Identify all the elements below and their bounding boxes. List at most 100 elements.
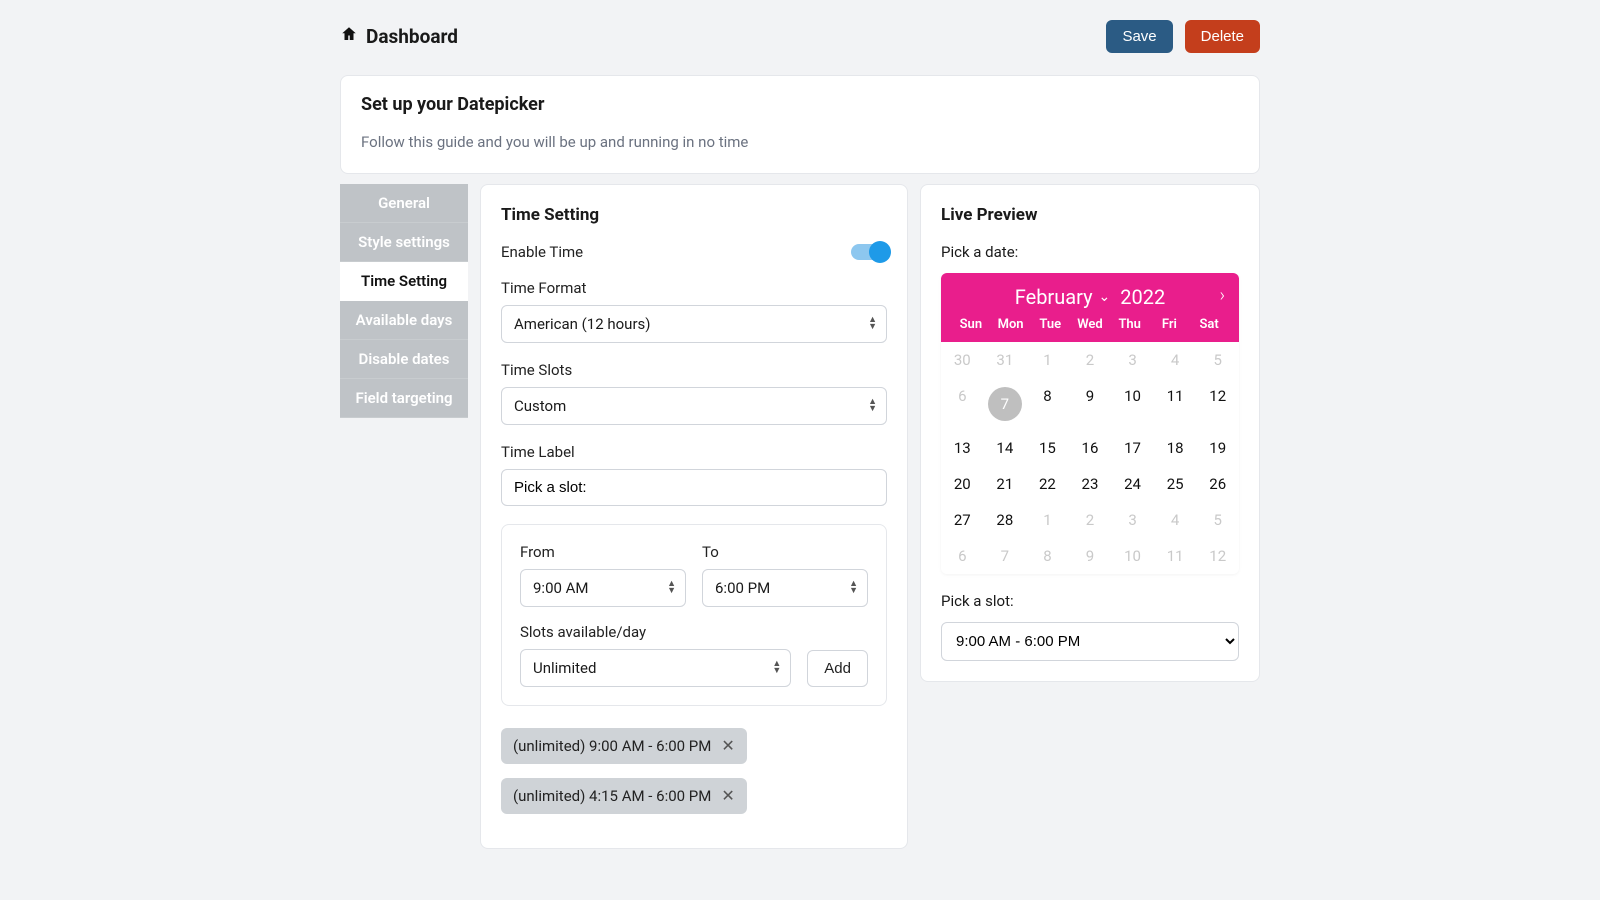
calendar-day: 3	[1111, 342, 1154, 378]
calendar-day[interactable]: 18	[1154, 430, 1197, 466]
calendar-day[interactable]: 17	[1111, 430, 1154, 466]
calendar-day[interactable]: 23	[1069, 466, 1112, 502]
calendar-day[interactable]: 10	[1111, 378, 1154, 430]
calendar-dow: Thu	[1110, 317, 1150, 332]
time-slots-select[interactable]: Custom	[501, 387, 887, 425]
calendar-day[interactable]: 8	[1026, 378, 1069, 430]
select-value: Custom	[514, 397, 566, 415]
calendar-day[interactable]: 27	[941, 502, 984, 538]
calendar-day[interactable]: 25	[1154, 466, 1197, 502]
calendar-day: 1	[1026, 502, 1069, 538]
calendar-day[interactable]: 20	[941, 466, 984, 502]
calendar-day: 6	[941, 378, 984, 430]
home-icon	[340, 25, 358, 48]
calendar-day[interactable]: 12	[1196, 378, 1239, 430]
chip-label: (unlimited) 4:15 AM - 6:00 PM	[513, 787, 711, 805]
select-value: 9:00 AM	[533, 579, 589, 597]
sidebar-item-field-targeting[interactable]: Field targeting	[340, 379, 468, 418]
sidebar-item-time-setting[interactable]: Time Setting	[340, 262, 468, 301]
remove-chip-icon[interactable]: ✕	[721, 738, 734, 754]
calendar-day[interactable]: 11	[1154, 378, 1197, 430]
breadcrumb[interactable]: Dashboard	[340, 25, 458, 48]
year-label[interactable]: 2022	[1120, 285, 1165, 309]
toggle-knob-icon	[869, 241, 891, 263]
time-setting-card: Time Setting Enable Time Time Format Ame…	[480, 184, 908, 849]
select-value: Unlimited	[533, 659, 596, 677]
calendar-day[interactable]: 19	[1196, 430, 1239, 466]
to-label: To	[702, 543, 868, 561]
sidebar-item-label: Time Setting	[361, 272, 447, 290]
calendar-day: 2	[1069, 502, 1112, 538]
calendar-day: 10	[1111, 538, 1154, 574]
calendar-day[interactable]: 7	[984, 378, 1027, 430]
card-heading: Live Preview	[941, 205, 1239, 225]
sidebar-item-label: Disable dates	[359, 350, 450, 368]
card-heading: Time Setting	[501, 205, 887, 225]
pick-slot-select[interactable]: 9:00 AM - 6:00 PM	[941, 622, 1239, 661]
calendar-day: 2	[1069, 342, 1112, 378]
sidebar-item-label: General	[378, 194, 430, 212]
calendar-day: 5	[1196, 342, 1239, 378]
to-select[interactable]: 6:00 PM	[702, 569, 868, 607]
page-title: Dashboard	[366, 25, 458, 48]
time-label-input[interactable]	[501, 469, 887, 506]
sidebar-item-label: Available days	[356, 311, 453, 329]
calendar-day: 31	[984, 342, 1027, 378]
chevron-down-icon: ⌄	[1099, 289, 1111, 305]
from-label: From	[520, 543, 686, 561]
hero-subtitle: Follow this guide and you will be up and…	[361, 133, 1239, 151]
calendar-day: 11	[1154, 538, 1197, 574]
slots-per-day-label: Slots available/day	[520, 623, 791, 641]
calendar-day[interactable]: 16	[1069, 430, 1112, 466]
hero-card: Set up your Datepicker Follow this guide…	[340, 75, 1260, 174]
from-select[interactable]: 9:00 AM	[520, 569, 686, 607]
calendar-day: 12	[1196, 538, 1239, 574]
calendar-day[interactable]: 15	[1026, 430, 1069, 466]
time-slots-label: Time Slots	[501, 361, 887, 379]
hero-title: Set up your Datepicker	[361, 94, 1239, 115]
time-label-label: Time Label	[501, 443, 887, 461]
time-format-label: Time Format	[501, 279, 887, 297]
enable-time-toggle[interactable]	[851, 244, 887, 260]
sidebar-item-label: Field targeting	[355, 389, 452, 407]
calendar-day[interactable]: 13	[941, 430, 984, 466]
delete-button[interactable]: Delete	[1185, 20, 1260, 53]
calendar-day[interactable]: 14	[984, 430, 1027, 466]
calendar-day[interactable]: 24	[1111, 466, 1154, 502]
month-select[interactable]: February ⌄	[1015, 285, 1111, 309]
calendar-day: 9	[1069, 538, 1112, 574]
sidebar-item-general[interactable]: General	[340, 184, 468, 223]
sidebar-item-style-settings[interactable]: Style settings	[340, 223, 468, 262]
slot-chips: (unlimited) 9:00 AM - 6:00 PM ✕ (unlimit…	[501, 728, 887, 828]
next-month-button[interactable]: ›	[1220, 285, 1225, 306]
calendar-dow: Mon	[991, 317, 1031, 332]
calendar-day: 7	[984, 538, 1027, 574]
calendar-day[interactable]: 28	[984, 502, 1027, 538]
calendar-day: 1	[1026, 342, 1069, 378]
chip-label: (unlimited) 9:00 AM - 6:00 PM	[513, 737, 711, 755]
add-slot-button[interactable]: Add	[807, 650, 868, 687]
calendar-day: 4	[1154, 342, 1197, 378]
select-value: 6:00 PM	[715, 579, 770, 597]
calendar-day: 4	[1154, 502, 1197, 538]
slot-builder: From 9:00 AM ▲▼ To 6:00 PM ▲▼	[501, 524, 887, 706]
enable-time-label: Enable Time	[501, 243, 583, 261]
calendar-day: 6	[941, 538, 984, 574]
sidebar-item-available-days[interactable]: Available days	[340, 301, 468, 340]
calendar-day: 5	[1196, 502, 1239, 538]
slot-chip: (unlimited) 4:15 AM - 6:00 PM ✕	[501, 778, 747, 814]
calendar-day: 8	[1026, 538, 1069, 574]
month-label: February	[1015, 285, 1093, 309]
calendar-dow: Sat	[1189, 317, 1229, 332]
sidebar-item-disable-dates[interactable]: Disable dates	[340, 340, 468, 379]
slots-per-day-select[interactable]: Unlimited	[520, 649, 791, 687]
calendar-day[interactable]: 21	[984, 466, 1027, 502]
calendar-dow: Fri	[1150, 317, 1190, 332]
remove-chip-icon[interactable]: ✕	[721, 788, 734, 804]
time-format-select[interactable]: American (12 hours)	[501, 305, 887, 343]
calendar-day[interactable]: 22	[1026, 466, 1069, 502]
calendar-dow: Wed	[1070, 317, 1110, 332]
save-button[interactable]: Save	[1106, 20, 1172, 53]
calendar-day[interactable]: 26	[1196, 466, 1239, 502]
calendar-day[interactable]: 9	[1069, 378, 1112, 430]
